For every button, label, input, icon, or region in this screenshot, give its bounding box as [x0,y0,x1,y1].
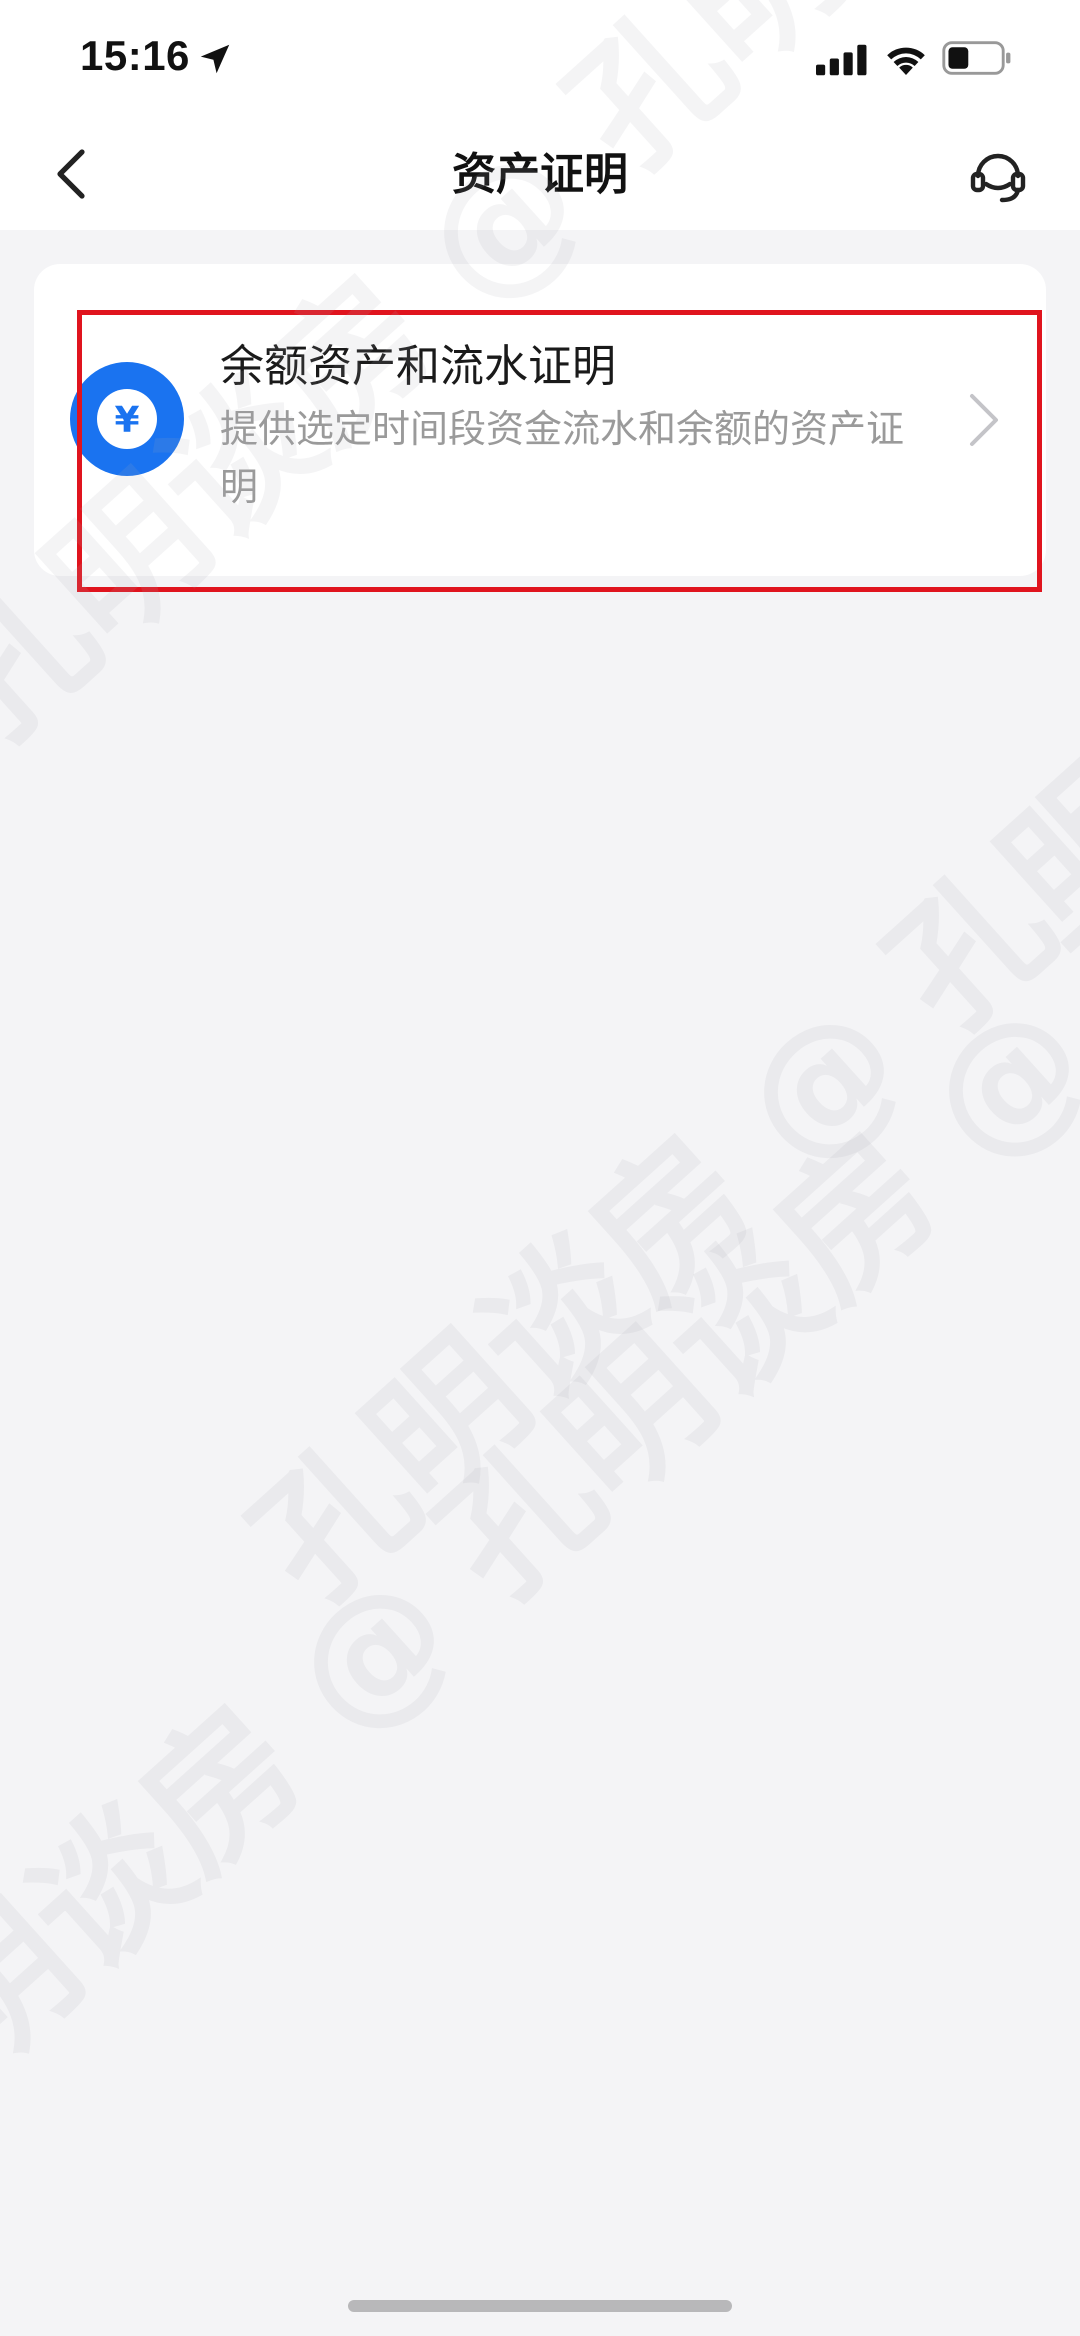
battery-icon [942,41,1011,75]
status-time: 15:16 [80,32,190,79]
watermark-text: 孔明谈房 @ 孔明谈房 @ 孔明谈房 [223,0,1080,1636]
cellular-signal-icon [816,44,867,76]
home-indicator [348,2300,732,2312]
page-title: 资产证明 [452,149,628,200]
customer-service-button[interactable] [964,142,1032,210]
back-button[interactable] [36,138,108,210]
wifi-icon [887,47,925,75]
status-bar: 15:16 [0,0,1080,120]
location-arrow-icon [200,44,230,74]
highlight-annotation [77,310,1042,592]
watermark-text: 孔明谈房 @ 孔明谈房 @ 孔明谈房 [0,531,1080,2206]
nav-bar: 资产证明 [0,120,1080,230]
chevron-left-icon [57,149,85,199]
headset-icon [970,153,1026,203]
